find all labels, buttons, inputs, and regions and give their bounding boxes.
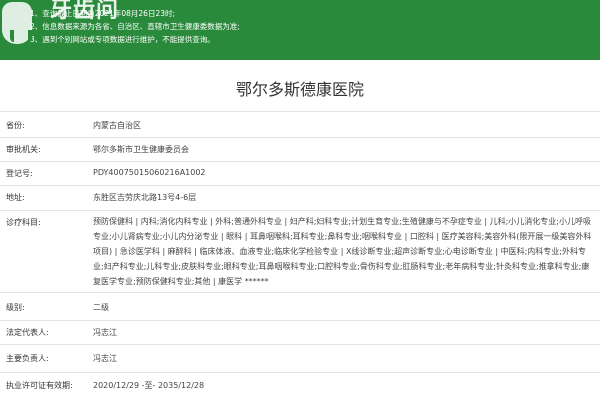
field-row-address: 地址: 东胜区吉劳庆北路13号4-6层	[0, 185, 600, 210]
field-label-province: 省份:	[6, 121, 25, 130]
field-label-authority: 审批机关:	[6, 145, 41, 154]
hospital-name: 鄂尔多斯德康医院	[235, 80, 364, 99]
field-row-license-validity: 执业许可证有效期: 2020/12/29 -至- 2035/12/28	[0, 372, 600, 400]
tooth-logo-icon	[2, 2, 32, 44]
field-label-legal-rep: 法定代表人:	[6, 328, 49, 337]
field-value-level: 二级	[93, 303, 109, 312]
field-label-level: 级别:	[6, 303, 25, 312]
field-value-province: 内蒙古自治区	[93, 121, 141, 130]
field-row-province: 省份: 内蒙古自治区	[0, 111, 600, 137]
watermark-logo-text: 牙齿问	[50, 0, 120, 23]
field-label-license-validity: 执业许可证有效期:	[6, 381, 73, 390]
field-label-principal: 主要负责人:	[6, 354, 49, 363]
field-value-principal: 冯志江	[93, 354, 117, 363]
notice-line-3: 3、遇到个别网站或专项数据进行维护，不能提供查询。	[30, 35, 215, 44]
field-label-departments: 诊疗科目:	[6, 218, 41, 227]
field-row-legal-rep: 法定代表人: 冯志江	[0, 320, 600, 344]
field-row-registration: 登记号: PDY40075015060216A1002	[0, 161, 600, 185]
notice-banner: 1、查询截止日期为2021年08月26日23时; 2、信息数据来源为各省、自治区…	[0, 0, 600, 60]
field-row-authority: 审批机关: 鄂尔多斯市卫生健康委员会	[0, 137, 600, 161]
field-label-address: 地址:	[6, 193, 25, 202]
field-row-departments: 诊疗科目: 预防保健科 | 内科;消化内科专业 | 外科;普通外科专业 | 妇产…	[0, 210, 600, 292]
field-value-departments: 预防保健科 | 内科;消化内科专业 | 外科;普通外科专业 | 妇产科;妇科专业…	[93, 217, 592, 286]
field-row-principal: 主要负责人: 冯志江	[0, 344, 600, 372]
field-row-level: 级别: 二级	[0, 292, 600, 320]
field-value-authority: 鄂尔多斯市卫生健康委员会	[93, 145, 189, 154]
field-label-registration: 登记号:	[6, 169, 33, 178]
field-value-legal-rep: 冯志江	[93, 328, 117, 337]
field-value-license-validity: 2020/12/29 -至- 2035/12/28	[93, 381, 205, 390]
field-value-address: 东胜区吉劳庆北路13号4-6层	[93, 193, 197, 202]
field-value-registration: PDY40075015060216A1002	[93, 168, 206, 177]
